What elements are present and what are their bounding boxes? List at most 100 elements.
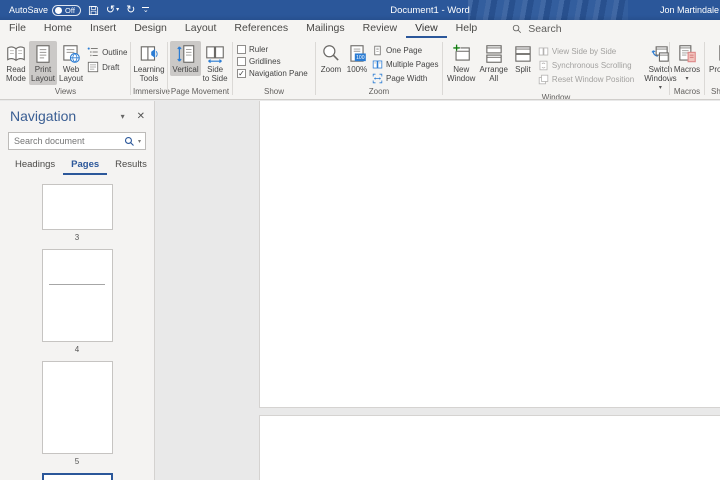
autosave-dot	[55, 7, 62, 14]
check-icon: ✓	[238, 69, 245, 78]
multiple-pages-icon	[372, 59, 383, 70]
synchronous-scrolling-button: Synchronous Scrolling	[538, 60, 634, 71]
search-box[interactable]: Search	[512, 23, 561, 38]
thumbnail-text-line	[49, 284, 106, 285]
zoom-button[interactable]: Zoom	[318, 41, 344, 76]
ruler-checkbox-box	[237, 45, 246, 54]
undo-dropdown-icon[interactable]: ▾	[116, 7, 119, 13]
page-thumbnail-item: 6	[42, 473, 113, 480]
side-to-side-button[interactable]: Side to Side	[201, 41, 230, 85]
nav-tab-results[interactable]: Results	[107, 157, 155, 175]
zoom-100-button[interactable]: 100 100%	[344, 41, 370, 76]
tab-layout[interactable]: Layout	[176, 20, 226, 38]
page-width-label: Page Width	[386, 74, 427, 83]
view-side-by-side-button: View Side by Side	[538, 46, 634, 57]
web-layout-button[interactable]: Web Layout	[57, 41, 85, 85]
draft-label: Draft	[102, 63, 119, 72]
search-icon	[512, 24, 522, 34]
new-window-button[interactable]: New Window	[445, 41, 477, 85]
document-page-2[interactable]	[259, 415, 720, 480]
one-page-button[interactable]: One Page	[372, 45, 438, 56]
reset-window-position-label: Reset Window Position	[552, 75, 634, 84]
page-thumbnail[interactable]	[42, 184, 113, 230]
window-title: Document1 - Word	[140, 5, 720, 16]
navigation-pane-menu-icon[interactable]: ▾	[121, 112, 125, 121]
gridlines-checkbox[interactable]: Gridlines	[237, 57, 308, 66]
vertical-button[interactable]: Vertical	[170, 41, 200, 76]
svg-text:100: 100	[356, 55, 365, 61]
document-search-dropdown-icon[interactable]: ▾	[138, 138, 141, 145]
document-page-1[interactable]	[259, 101, 720, 408]
nav-tab-pages[interactable]: Pages	[63, 157, 107, 175]
save-icon[interactable]	[88, 5, 99, 16]
document-canvas[interactable]	[155, 101, 720, 480]
group-label-immersive: Immersive	[131, 86, 167, 99]
macros-button[interactable]: Macros ▾	[672, 41, 702, 83]
group-page-movement: Vertical Side to Side Page Movement	[168, 38, 232, 99]
tab-home[interactable]: Home	[35, 20, 81, 38]
navigation-pane-checkbox[interactable]: ✓ Navigation Pane	[237, 69, 308, 78]
page-width-button[interactable]: Page Width	[372, 73, 438, 84]
document-search-box[interactable]: ▾	[8, 132, 146, 150]
arrange-all-button[interactable]: Arrange All	[477, 41, 509, 85]
tab-review[interactable]: Review	[354, 20, 406, 38]
learning-tools-button[interactable]: Learning Tools	[131, 41, 166, 85]
print-layout-icon	[32, 43, 54, 65]
page-thumbnail-item: 3	[42, 184, 113, 249]
group-label-show: Show	[233, 86, 315, 99]
tab-design[interactable]: Design	[125, 20, 176, 38]
navigation-pane-close-icon[interactable]: ✕	[137, 111, 145, 122]
tab-mailings[interactable]: Mailings	[297, 20, 354, 38]
tab-view[interactable]: View	[406, 20, 447, 38]
view-side-by-side-icon	[538, 46, 549, 57]
one-page-label: One Page	[386, 46, 422, 55]
draft-button[interactable]: Draft	[87, 61, 127, 73]
zoom-100-label: 100%	[347, 66, 367, 75]
tab-references[interactable]: References	[225, 20, 297, 38]
ribbon-tab-row: File Home Insert Design Layout Reference…	[0, 20, 720, 38]
navigation-tabs: Headings Pages Results	[0, 157, 154, 175]
read-mode-button[interactable]: Read Mode	[3, 41, 29, 85]
arrange-all-icon	[483, 43, 505, 65]
tab-file[interactable]: File	[0, 20, 35, 38]
outline-button[interactable]: Outline	[87, 46, 127, 58]
autosave-toggle[interactable]: AutoSave Off	[9, 5, 81, 16]
redo-glyph: ↻	[126, 5, 135, 16]
group-immersive: Learning Tools Immersive	[131, 38, 167, 99]
nav-tab-headings[interactable]: Headings	[7, 157, 63, 175]
redo-icon[interactable]: ↻	[126, 5, 135, 16]
page-thumbnail-number: 3	[42, 233, 113, 242]
properties-button[interactable]: Properties	[707, 41, 720, 76]
new-window-label: New Window	[447, 66, 475, 84]
navigation-pane-checkbox-box: ✓	[237, 69, 246, 78]
learning-tools-icon	[138, 43, 160, 65]
new-window-icon	[450, 43, 472, 65]
web-layout-label: Web Layout	[59, 66, 83, 84]
print-layout-button[interactable]: Print Layout	[29, 41, 57, 85]
navigation-pane-title: Navigation	[10, 108, 76, 124]
navigation-pane-header: Navigation ▾ ✕	[0, 101, 154, 127]
user-name[interactable]: Jon Martindale	[660, 5, 720, 15]
tab-help[interactable]: Help	[447, 20, 487, 38]
page-thumbnail[interactable]	[42, 473, 113, 480]
one-page-icon	[372, 45, 383, 56]
ribbon: Read Mode Print Layout Web Layout Outlin…	[0, 38, 720, 100]
gridlines-label: Gridlines	[249, 57, 281, 66]
page-thumbnail[interactable]	[42, 361, 113, 454]
tab-insert[interactable]: Insert	[81, 20, 125, 38]
properties-label: Properties	[709, 66, 720, 75]
document-search-input[interactable]	[14, 136, 121, 146]
group-label-zoom: Zoom	[316, 86, 442, 99]
web-layout-icon	[60, 43, 82, 65]
document-search-icon[interactable]	[124, 136, 135, 147]
split-button[interactable]: Split	[510, 41, 536, 76]
multiple-pages-button[interactable]: Multiple Pages	[372, 59, 438, 70]
page-thumbnail[interactable]	[42, 249, 113, 342]
print-layout-label: Print Layout	[31, 66, 55, 84]
group-zoom: Zoom 100 100% One Page Multiple Pages Pa…	[316, 38, 442, 99]
page-thumbnail-number: 5	[42, 457, 113, 466]
undo-icon[interactable]: ↺▾	[106, 5, 119, 16]
split-label: Split	[515, 66, 531, 75]
reset-window-position-icon	[538, 74, 549, 85]
ruler-checkbox[interactable]: Ruler	[237, 45, 308, 54]
